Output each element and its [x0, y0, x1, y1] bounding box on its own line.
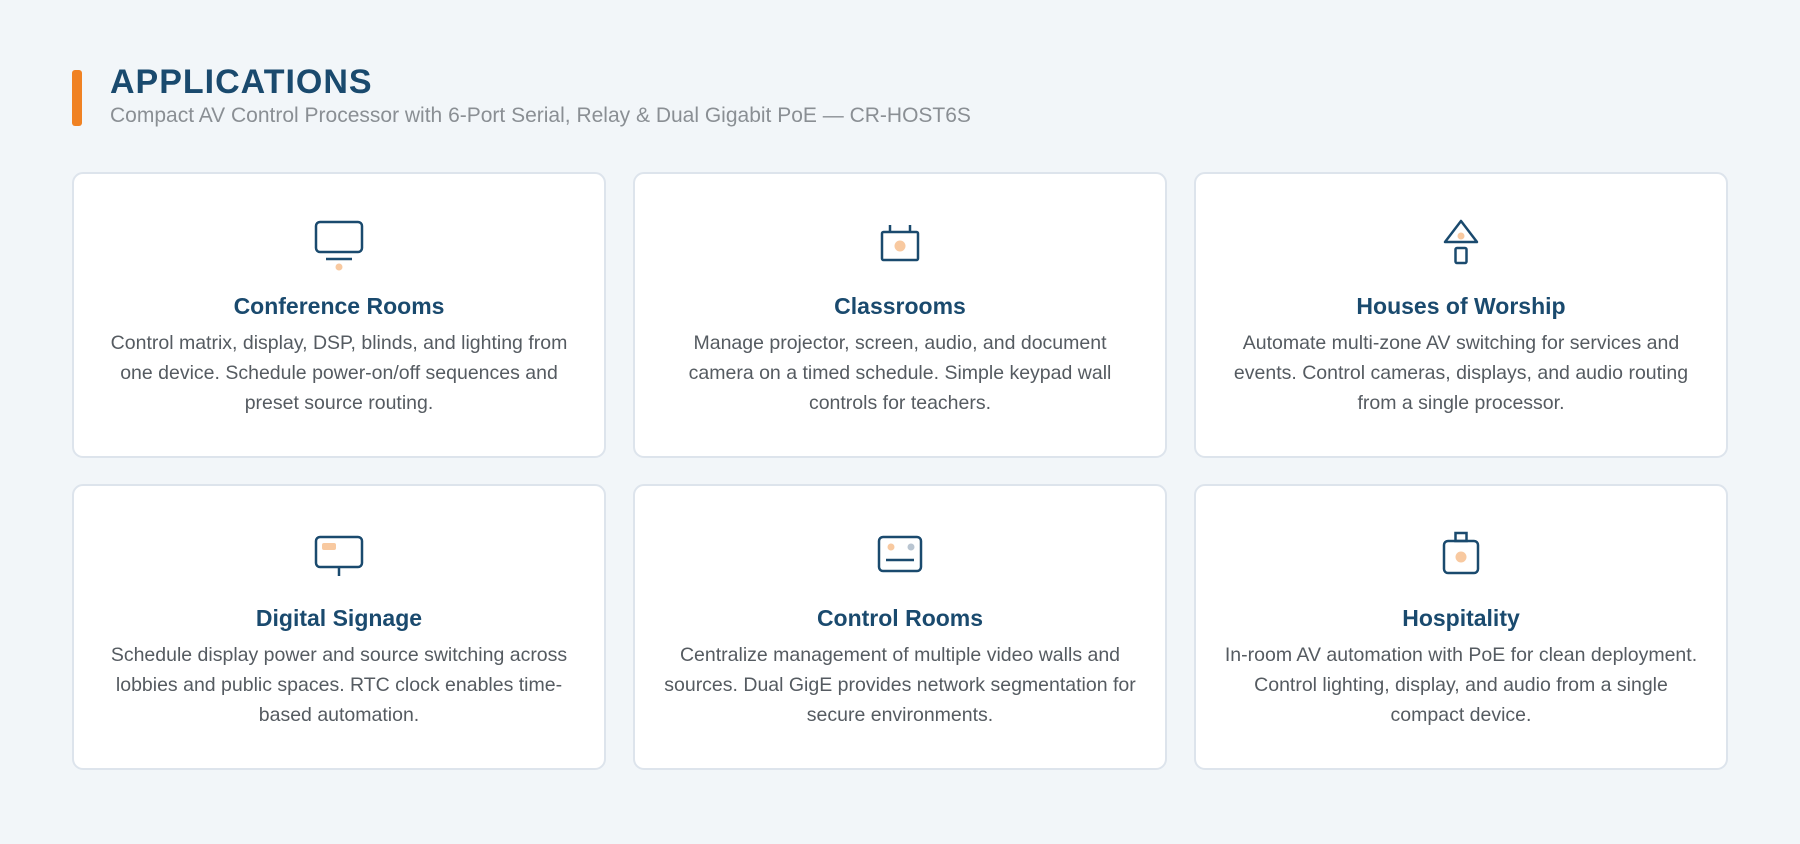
card-title: Houses of Worship — [1356, 293, 1566, 319]
card-description: Centralize management of multiple video … — [664, 644, 1136, 726]
signage-icon — [314, 535, 364, 576]
card-houses-of-worship: Houses of Worship Automate multi-zone AV… — [1194, 172, 1728, 458]
card-description: Schedule display power and source switch… — [110, 644, 568, 726]
monitor-icon — [314, 220, 364, 271]
card-title: Conference Rooms — [233, 293, 445, 319]
card-title: Digital Signage — [255, 605, 423, 631]
card-description: Manage projector, screen, audio, and doc… — [688, 332, 1112, 414]
applications-grid: Conference Rooms Control matrix, display… — [72, 172, 1728, 770]
header-accent-bar — [72, 70, 82, 126]
card-title: Control Rooms — [816, 605, 984, 631]
card-hospitality: Hospitality In-room AV automation with P… — [1194, 484, 1728, 770]
card-control-rooms: Control Rooms Centralize management of m… — [633, 484, 1167, 770]
card-classrooms: Classrooms Manage projector, screen, aud… — [633, 172, 1167, 458]
card-digital-signage: Digital Signage Schedule display power a… — [72, 484, 606, 770]
card-description: Control matrix, display, DSP, blinds, an… — [110, 332, 568, 414]
card-description: Automate multi-zone AV switching for ser… — [1233, 332, 1689, 414]
card-description: In-room AV automation with PoE for clean… — [1224, 644, 1698, 726]
projector-icon — [880, 225, 920, 262]
card-title: Classrooms — [834, 293, 966, 319]
hospitality-icon — [1442, 531, 1480, 575]
page-title: APPLICATIONS — [110, 63, 373, 101]
page-subtitle: Compact AV Control Processor with 6-Port… — [110, 104, 971, 127]
worship-icon — [1443, 219, 1479, 265]
card-title: Hospitality — [1402, 605, 1520, 631]
control-panel-icon — [877, 535, 923, 573]
card-conference-rooms: Conference Rooms Control matrix, display… — [72, 172, 606, 458]
